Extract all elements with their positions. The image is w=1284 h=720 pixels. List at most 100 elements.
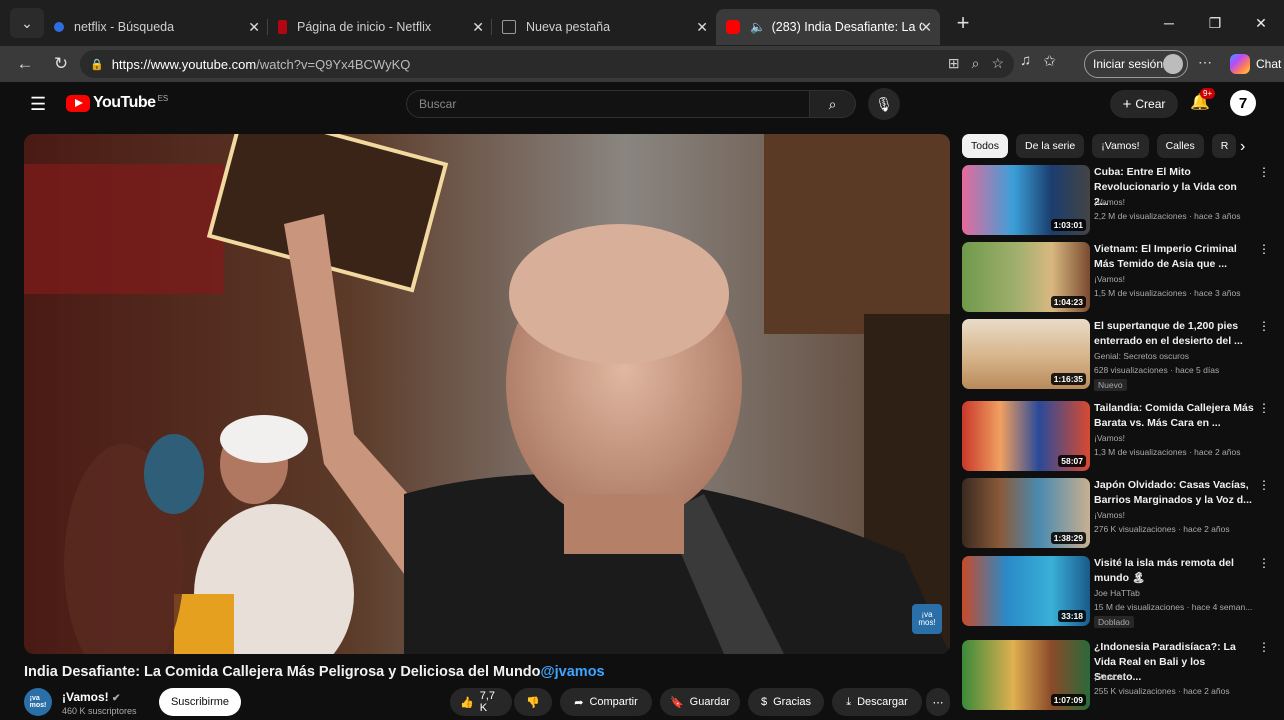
subscriber-count: 460 K suscriptores xyxy=(62,706,137,716)
voice-search-button[interactable]: 🎙 xyxy=(868,88,900,120)
video-thumbnail[interactable]: 1:03:01 xyxy=(962,165,1090,235)
bookmark-icon: 🔖 xyxy=(669,696,684,709)
recommendation-item[interactable]: 1:04:23 Vietnam: El Imperio Criminal Más… xyxy=(962,242,1282,314)
tab-label: (283) India Desafiante: La Con xyxy=(771,20,922,34)
browser-tab-2[interactable]: Página de inicio - Netflix ✕ xyxy=(268,9,492,45)
chip-vamos[interactable]: ¡Vamos! xyxy=(1092,134,1149,158)
menu-icon[interactable]: ☰ xyxy=(30,94,46,115)
netflix-icon xyxy=(278,20,287,34)
video-player[interactable]: ¡va mos! xyxy=(24,134,950,654)
chip-label: De la serie xyxy=(1025,140,1076,152)
search-button[interactable]: ⌕ xyxy=(810,90,856,118)
speaker-icon[interactable]: 🔈 xyxy=(750,20,766,35)
more-vert-icon[interactable]: ⋮ xyxy=(1258,640,1270,654)
recommendation-channel: ¡Vamos! xyxy=(1094,672,1126,682)
zoom-icon[interactable]: ⌕ xyxy=(972,55,980,72)
subscribe-button[interactable]: Suscribirme xyxy=(159,688,241,716)
recommendation-item[interactable]: 58:07 Tailandia: Comida Callejera Más Ba… xyxy=(962,401,1282,473)
more-actions-button[interactable]: ⋯ xyxy=(926,688,950,716)
media-control-icon[interactable]: ♫ xyxy=(1020,52,1031,70)
video-thumbnail[interactable]: 1:07:09 xyxy=(962,640,1090,710)
chip-calles[interactable]: Calles xyxy=(1156,134,1204,158)
video-thumbnail[interactable]: 58:07 xyxy=(962,401,1090,471)
create-button[interactable]: + Crear xyxy=(1110,90,1178,118)
video-thumbnail[interactable]: 1:16:35 xyxy=(962,319,1090,389)
chip-todos[interactable]: Todos xyxy=(962,134,1009,158)
minimize-icon[interactable]: ─ xyxy=(1146,0,1192,46)
new-badge: Nuevo xyxy=(1094,379,1127,391)
video-thumbnail[interactable]: 33:18 xyxy=(962,556,1090,626)
channel-name[interactable]: ¡Vamos! ✔ xyxy=(62,690,120,704)
save-button[interactable]: 🔖 Guardar xyxy=(660,688,740,716)
video-duration: 33:18 xyxy=(1058,610,1086,622)
address-bar[interactable]: 🔒 https://www.youtube.com/watch?v=Q9Yx4B… xyxy=(80,50,1014,78)
restore-icon[interactable]: ❐ xyxy=(1192,0,1238,46)
close-icon[interactable]: ✕ xyxy=(920,19,932,36)
more-vert-icon[interactable]: ⋮ xyxy=(1258,319,1270,333)
more-vert-icon[interactable]: ⋮ xyxy=(1258,242,1270,256)
channel-avatar[interactable]: ¡va mos! xyxy=(24,688,52,716)
tab-label: Nueva pestaña xyxy=(526,20,611,34)
download-button[interactable]: ⤓ Descargar xyxy=(832,688,922,716)
video-duration: 1:16:35 xyxy=(1050,373,1086,385)
chip-label: R xyxy=(1220,140,1229,152)
chip-de-la-serie[interactable]: De la serie xyxy=(1016,134,1085,158)
share-button[interactable]: ➦ Compartir xyxy=(560,688,652,716)
close-icon[interactable]: ✕ xyxy=(696,19,708,36)
browser-toolbar: ← ↻ 🔒 https://www.youtube.com/watch?v=Q9… xyxy=(0,46,1284,82)
account-avatar[interactable]: 7 xyxy=(1230,90,1256,116)
tab-label: Página de inicio - Netflix xyxy=(297,20,432,34)
thanks-button[interactable]: $ Gracias xyxy=(748,688,824,716)
browser-tab-bar: ⌄ netflix - Búsqueda ✕ Página de inicio … xyxy=(0,0,1284,46)
thumbs-up-icon: 👍 xyxy=(460,696,474,709)
dislike-button[interactable]: 👎 xyxy=(514,688,552,716)
account-initial: 7 xyxy=(1238,94,1248,112)
recommendation-item[interactable]: 1:38:29 Japón Olvidado: Casas Vacías, Ba… xyxy=(962,478,1282,550)
notifications-button[interactable]: 🔔 9+ xyxy=(1190,88,1216,112)
video-thumbnail[interactable]: 1:04:23 xyxy=(962,242,1090,312)
chevron-right-icon[interactable]: › xyxy=(1240,138,1245,156)
tab-actions-button[interactable]: ⌄ xyxy=(10,8,44,38)
video-thumbnail[interactable]: 1:38:29 xyxy=(962,478,1090,548)
thanks-icon: $ xyxy=(760,696,768,708)
close-icon[interactable]: ✕ xyxy=(248,19,260,36)
recommendation-item[interactable]: 1:16:35 El supertanque de 1,200 pies ent… xyxy=(962,319,1282,391)
more-vert-icon[interactable]: ⋮ xyxy=(1258,401,1270,415)
browser-tab-1[interactable]: netflix - Búsqueda ✕ xyxy=(44,9,268,45)
app-available-icon[interactable]: ⊞ xyxy=(948,55,960,72)
reload-button[interactable]: ↻ xyxy=(46,49,76,79)
favorites-icon[interactable]: ✩ xyxy=(1043,52,1056,70)
copilot-button[interactable]: Chat xyxy=(1230,54,1281,74)
more-vert-icon[interactable]: ⋮ xyxy=(1258,556,1270,570)
youtube-page: ☰ YouTube ES Buscar ⌕ 🎙 + Crear 🔔 9+ 7 ¡… xyxy=(10,82,1284,720)
favorite-star-icon[interactable]: ☆ xyxy=(991,55,1004,72)
youtube-logo[interactable]: YouTube ES xyxy=(66,94,168,112)
recommendation-item[interactable]: 33:18 Visité la isla más remota del mund… xyxy=(962,556,1282,628)
chip-partial[interactable]: R xyxy=(1211,134,1236,158)
more-vert-icon[interactable]: ⋮ xyxy=(1258,165,1270,179)
share-label: Compartir xyxy=(589,696,638,708)
like-button[interactable]: 👍 7,7 K xyxy=(450,688,512,716)
recommendation-channel: ¡Vamos! xyxy=(1094,197,1126,207)
recommendation-channel: Joe HaTTab xyxy=(1094,588,1140,598)
recommendation-meta: 628 visualizaciones · hace 5 días xyxy=(1094,365,1220,375)
browser-tab-3[interactable]: Nueva pestaña ✕ xyxy=(492,9,716,45)
back-button[interactable]: ← xyxy=(10,49,40,79)
close-icon[interactable]: ✕ xyxy=(472,19,484,36)
browser-tab-4[interactable]: 🔈 (283) India Desafiante: La Con ✕ xyxy=(716,9,940,45)
recommendation-title: Japón Olvidado: Casas Vacías, Barrios Ma… xyxy=(1094,479,1252,506)
channel-handle-link[interactable]: @jvamos xyxy=(541,664,605,680)
channel-watermark[interactable]: ¡va mos! xyxy=(912,604,942,634)
recommendation-item[interactable]: 1:07:09 ¿Indonesia Paradisíaca?: La Vida… xyxy=(962,640,1282,712)
new-tab-button[interactable]: + xyxy=(948,8,978,38)
search-icon: ⌕ xyxy=(828,95,837,112)
signin-button[interactable]: Iniciar sesión xyxy=(1084,50,1188,78)
video-duration: 1:04:23 xyxy=(1050,296,1086,308)
recommendation-item[interactable]: 1:03:01 Cuba: Entre El Mito Revolucionar… xyxy=(962,165,1282,237)
close-window-icon[interactable]: ✕ xyxy=(1238,0,1284,46)
youtube-play-icon xyxy=(66,94,90,112)
more-vert-icon[interactable]: ⋮ xyxy=(1258,478,1270,492)
more-options-icon[interactable]: ⋯ xyxy=(1198,54,1212,71)
search-input[interactable]: Buscar xyxy=(406,90,810,118)
notification-badge: 9+ xyxy=(1200,88,1216,99)
